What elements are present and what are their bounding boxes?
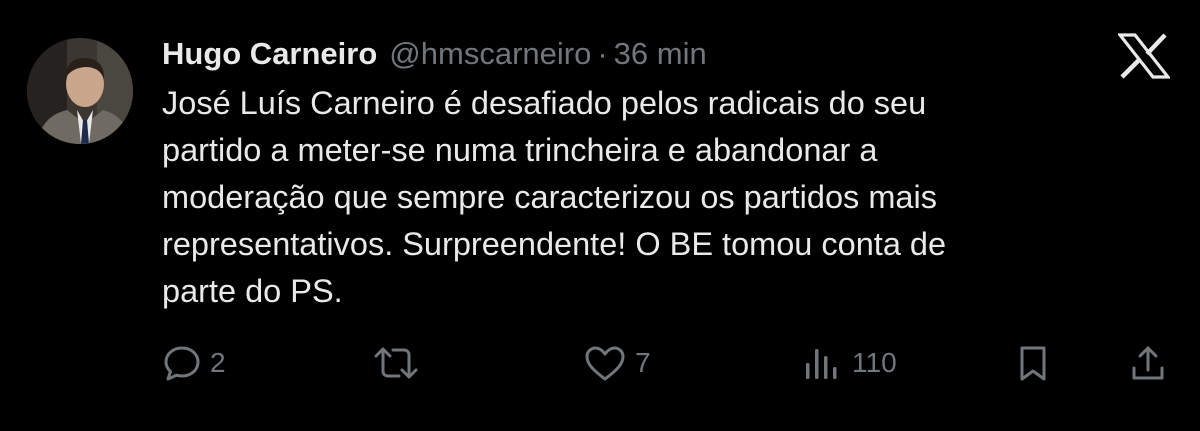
like-button[interactable]: 7 [583,335,651,391]
tweet-text-line: José Luís Carneiro é desafiado pelos rad… [162,85,927,121]
avatar-photo-icon [27,38,133,144]
tweet-timestamp[interactable]: 36 min [614,32,707,76]
tweet-text: José Luís Carneiro é desafiado pelos rad… [162,80,1162,315]
header-separator: · [597,36,608,71]
tweet-text-line: representativos. Surpreendente! O BE tom… [162,226,947,262]
retweet-icon [374,347,418,379]
views-count: 110 [852,347,897,378]
tweet-text-line: parte do PS. [162,273,343,309]
reply-count: 2 [210,347,226,378]
author-handle[interactable]: @hmscarneiro [389,32,591,76]
reply-icon [164,346,200,381]
retweet-button[interactable] [372,335,428,391]
views-chart-icon [806,349,837,379]
bookmark-button[interactable] [1013,335,1053,391]
share-button[interactable] [1128,335,1168,391]
tweet-card[interactable]: Hugo Carneiro @hmscarneiro · 36 min José… [0,0,1200,431]
author-display-name[interactable]: Hugo Carneiro [162,32,377,76]
heart-icon [585,346,625,381]
tweet-actions-bar: 2 7 110 [0,335,1200,391]
like-count: 7 [635,347,651,378]
share-icon [1132,346,1164,380]
tweet-text-line: moderação que sempre caracterizou os par… [162,179,937,215]
views-button[interactable]: 110 [800,335,897,391]
tweet-text-line: partido a meter-se numa trincheira e aba… [162,132,878,168]
bookmark-icon [1020,346,1046,381]
x-logo-icon [1116,33,1172,79]
author-avatar[interactable] [27,38,133,144]
tweet-header: Hugo Carneiro @hmscarneiro · 36 min [162,32,707,76]
reply-button[interactable]: 2 [162,335,226,391]
